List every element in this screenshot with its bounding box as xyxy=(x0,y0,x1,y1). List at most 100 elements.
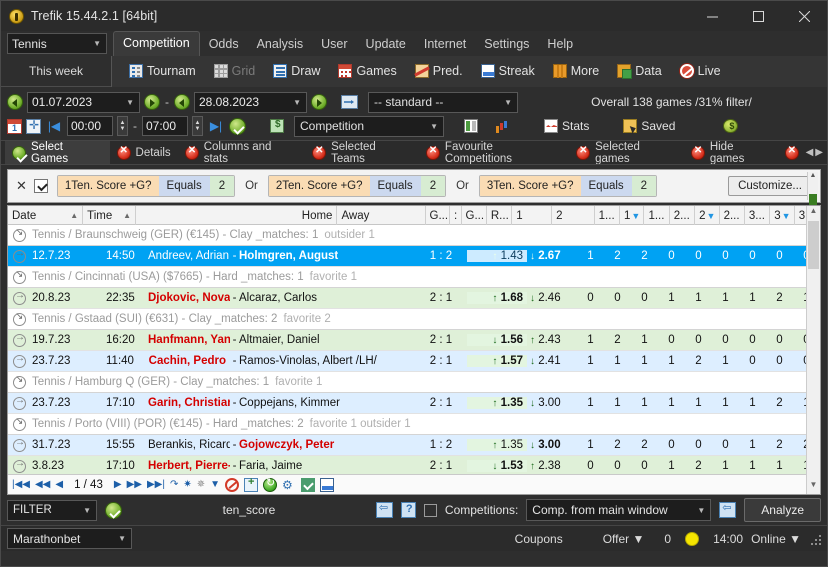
sport-selector[interactable]: Tennis ▼ xyxy=(7,33,107,54)
refresh-icon[interactable] xyxy=(263,476,278,492)
time-end-icon[interactable]: ▶| xyxy=(207,117,225,135)
condition-group-1[interactable]: 1Ten. Score +G? Equals 2 xyxy=(56,175,236,197)
filter-icon[interactable]: ▼ xyxy=(707,211,716,221)
condition-value[interactable]: 2 xyxy=(631,176,657,196)
condition-value[interactable]: 2 xyxy=(209,176,235,196)
resize-grip[interactable] xyxy=(809,533,821,545)
competitions-checkbox[interactable] xyxy=(423,503,437,517)
ribbon-data-button[interactable]: Data xyxy=(608,56,670,87)
tab-prev-button[interactable]: ◀ xyxy=(806,147,814,158)
condition-group-3[interactable]: 3Ten. Score +G? Equals 2 xyxy=(478,175,658,197)
column-header[interactable]: 3... xyxy=(745,206,771,225)
scroll-down-icon[interactable]: ▼ xyxy=(807,480,820,494)
column-header[interactable]: Away xyxy=(337,206,426,225)
column-header[interactable]: G... xyxy=(426,206,450,225)
tab-next-button[interactable]: ▶ xyxy=(815,147,823,158)
column-header[interactable]: 1... xyxy=(644,206,670,225)
row-expand-icon[interactable] xyxy=(13,437,26,452)
table-row[interactable]: 23.7.23 11:40 Cachin, Pedro-Ramos-Vinolas,… xyxy=(8,351,820,372)
histogram-icon[interactable] xyxy=(320,477,335,492)
menu-item-internet[interactable]: Internet xyxy=(415,33,475,56)
coupons-label[interactable]: Coupons xyxy=(515,532,603,546)
competitions-apply-icon[interactable] xyxy=(719,501,737,518)
pager-funnel-icon[interactable]: ▼ xyxy=(210,479,220,490)
ribbon-draw-button[interactable]: Draw xyxy=(264,56,329,87)
close-button[interactable] xyxy=(781,1,827,31)
maximize-button[interactable] xyxy=(735,1,781,31)
stats-label[interactable]: Stats xyxy=(562,119,589,133)
column-header[interactable]: Time ▲ xyxy=(83,206,136,225)
column-header[interactable]: : xyxy=(450,206,462,225)
column-header[interactable]: 2... xyxy=(720,206,745,225)
table-row[interactable]: 23.7.23 17:10 Garin, Christian-Coppejans, … xyxy=(8,393,820,414)
table-row[interactable]: 20.8.23 22:35 Djokovic, Novak-Alcaraz, Car… xyxy=(8,288,820,309)
standard-preset-combo[interactable]: -- standard -- ▼ xyxy=(368,91,518,113)
calendar-day-icon[interactable] xyxy=(7,118,22,134)
ribbon-pred-button[interactable]: Pred. xyxy=(406,56,472,87)
filter-apply-button[interactable] xyxy=(105,501,122,519)
row-expand-icon[interactable] xyxy=(13,353,26,368)
competition-group-row[interactable]: Tennis / Braunschweig (GER) (€145) - Cla… xyxy=(8,225,820,246)
menu-item-user[interactable]: User xyxy=(312,33,356,56)
table-row[interactable]: 19.7.23 16:20 Hanfmann, Yannick-Altmaier, … xyxy=(8,330,820,351)
condition-enable-checkbox[interactable] xyxy=(33,179,48,193)
condition-operator[interactable]: Equals xyxy=(369,176,421,196)
date-from-field[interactable]: 01.07.2023 ▼ xyxy=(27,91,140,113)
condition-scrollbar[interactable]: ▲ xyxy=(807,172,818,208)
minimize-button[interactable] xyxy=(689,1,735,31)
this-week-label[interactable]: This week xyxy=(1,64,111,78)
ribbon-live-button[interactable]: Live xyxy=(671,56,730,87)
ribbon-streak-button[interactable]: Streak xyxy=(472,56,544,87)
menu-item-update[interactable]: Update xyxy=(357,33,415,56)
expand-icon[interactable] xyxy=(13,227,26,242)
column-header[interactable]: 1 xyxy=(512,206,553,225)
scrollbar-thumb[interactable] xyxy=(808,221,819,269)
condition-operator[interactable]: Equals xyxy=(158,176,210,196)
scroll-up-icon[interactable]: ▲ xyxy=(808,172,818,183)
filter-icon[interactable]: ▼ xyxy=(782,211,791,221)
coins-icon[interactable] xyxy=(723,119,739,133)
columns-icon[interactable] xyxy=(464,119,478,133)
expand-icon[interactable] xyxy=(13,311,26,326)
time-from-spinner[interactable]: ▲ ▼ xyxy=(117,116,128,136)
tab-selected-teams[interactable]: Selected Teams xyxy=(305,141,419,164)
swap-icon[interactable] xyxy=(341,95,358,109)
table-vertical-scrollbar[interactable]: ▲ ▼ xyxy=(806,206,820,494)
tab-favourite-competitions[interactable]: Favourite Competitions xyxy=(419,141,569,164)
condition-field[interactable]: 2Ten. Score +G? xyxy=(268,176,370,196)
tab-details[interactable]: Details xyxy=(110,141,178,164)
expand-icon[interactable] xyxy=(13,416,26,431)
pager-star-icon[interactable]: ✷ xyxy=(183,479,191,490)
pager-undo-icon[interactable]: ↷ xyxy=(170,479,178,490)
move-icon[interactable] xyxy=(26,118,41,134)
date-to-prev-button[interactable] xyxy=(174,94,190,110)
row-expand-icon[interactable] xyxy=(13,395,26,410)
competition-group-row[interactable]: Tennis / Hamburg Q (GER) - Clay _matches… xyxy=(8,372,820,393)
condition-close-icon[interactable]: ✕ xyxy=(16,178,27,194)
column-header[interactable]: R... xyxy=(487,206,513,225)
column-header[interactable]: G... xyxy=(462,206,487,225)
tab-columns-and-stats[interactable]: Columns and stats xyxy=(178,141,305,164)
offer-dropdown[interactable]: Offer ▼ xyxy=(603,532,665,546)
column-header[interactable]: 2... xyxy=(670,206,696,225)
pager-last-button[interactable]: ▶▶| xyxy=(147,479,165,490)
scroll-up-icon[interactable]: ▲ xyxy=(807,206,820,220)
pager-star-dim-icon[interactable]: ✵ xyxy=(197,479,205,490)
tab-selected-games[interactable]: Selected games xyxy=(569,141,684,164)
time-from-field[interactable]: 00:00 xyxy=(67,116,113,136)
column-header[interactable]: 2 xyxy=(552,206,595,225)
menu-item-analysis[interactable]: Analysis xyxy=(248,33,313,56)
expand-icon[interactable] xyxy=(13,374,26,389)
column-header[interactable]: Home xyxy=(136,206,338,225)
row-expand-icon[interactable] xyxy=(13,290,26,305)
mode-combo[interactable]: Competition ▼ xyxy=(294,115,444,137)
ribbon-games-button[interactable]: Games xyxy=(329,56,405,87)
ribbon-more-button[interactable]: More xyxy=(544,56,608,87)
time-to-spinner[interactable]: ▲ ▼ xyxy=(192,116,203,136)
money-icon[interactable] xyxy=(270,119,284,133)
stop-icon[interactable] xyxy=(225,477,240,492)
analyze-button[interactable]: Analyze xyxy=(744,498,821,522)
pager-prev-page-button[interactable]: ◀◀ xyxy=(35,479,50,490)
saved-label[interactable]: Saved xyxy=(641,119,675,133)
gear-icon[interactable]: ⚙ xyxy=(282,478,296,492)
